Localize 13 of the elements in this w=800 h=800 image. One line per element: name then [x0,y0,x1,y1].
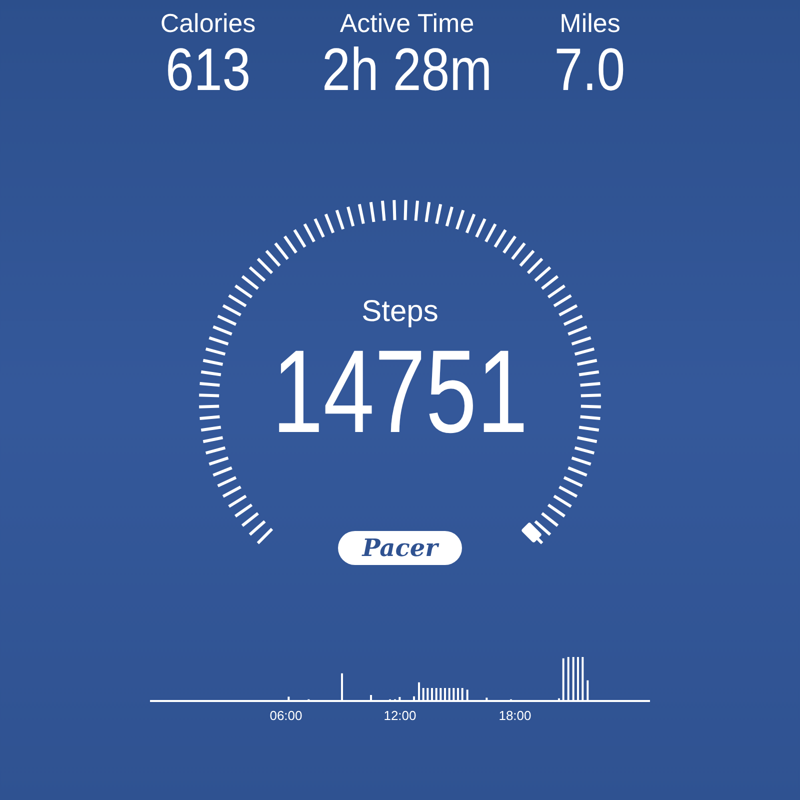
steps-count: 14751 [272,337,528,447]
stat-label: Miles [560,8,620,38]
stat-label: Calories [160,8,256,38]
stat-value: 7.0 [554,38,626,102]
stat-label: Active Time [340,8,474,38]
steps-label: Steps [362,295,438,329]
time-label: 12:00 [384,708,416,723]
stat-value: 613 [165,38,251,102]
progress-marker [520,522,542,544]
stat-value: 2h 28m [322,38,492,102]
time-label: 18:00 [498,708,532,723]
pacer-logo: Pacer [338,531,462,565]
time-label: 06:00 [270,708,302,723]
